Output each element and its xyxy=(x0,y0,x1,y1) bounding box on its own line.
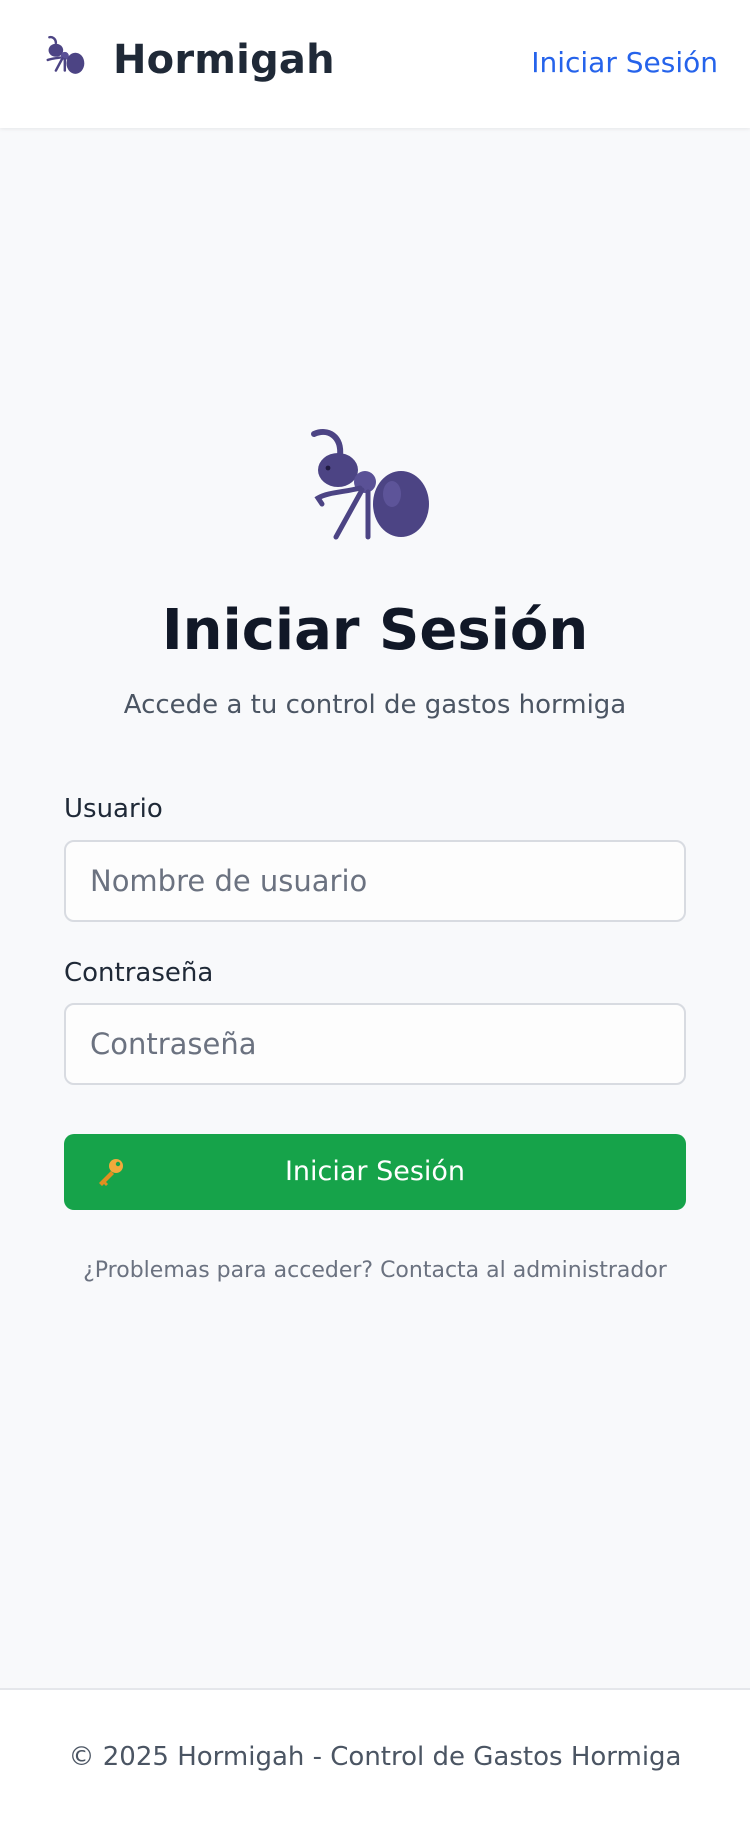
page-subtitle: Accede a tu control de gastos hormiga xyxy=(123,690,627,720)
username-input[interactable] xyxy=(64,840,686,922)
footer-copyright: © 2025 Hormigah - Control de Gastos Horm… xyxy=(68,1742,682,1772)
username-label: Usuario xyxy=(64,794,163,824)
ant-icon xyxy=(46,35,85,74)
password-input[interactable] xyxy=(64,1003,686,1085)
footer: © 2025 Hormigah - Control de Gastos Horm… xyxy=(0,1688,750,1824)
brand-name: Hormigah xyxy=(113,37,335,83)
password-label: Contraseña xyxy=(64,958,214,988)
login-submit-label: Iniciar Sesión xyxy=(284,1156,466,1187)
page-title: Iniciar Sesión xyxy=(161,598,589,663)
login-page: Iniciar Sesión Accede a tu control de ga… xyxy=(0,128,750,1688)
help-text: ¿Problemas para acceder? Contacta al adm… xyxy=(83,1258,667,1283)
brand[interactable]: Hormigah xyxy=(38,34,335,86)
nav-login-link[interactable]: Iniciar Sesión xyxy=(531,46,718,79)
ant-icon xyxy=(311,429,429,540)
login-submit-button[interactable]: Iniciar Sesión xyxy=(64,1134,686,1210)
top-navbar: Hormigah Iniciar Sesión xyxy=(0,0,750,128)
